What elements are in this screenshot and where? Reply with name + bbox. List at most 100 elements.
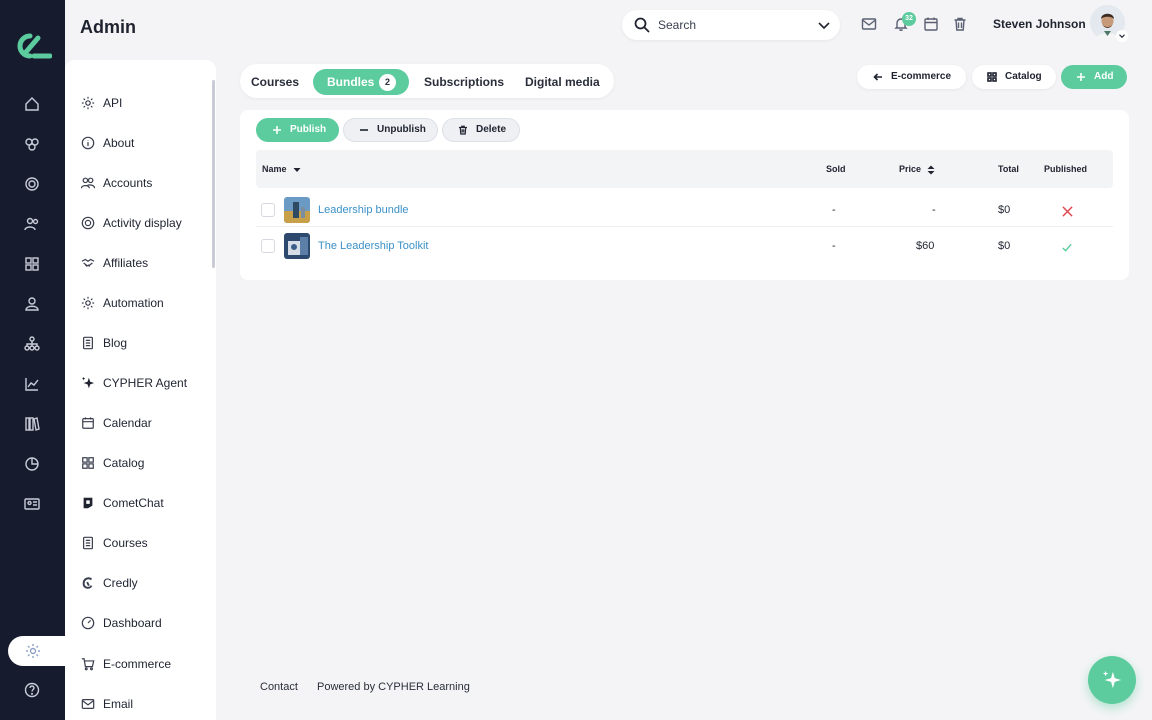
tab-subscriptions[interactable]: Subscriptions	[424, 69, 504, 95]
cometchat-icon	[80, 495, 96, 511]
home-icon[interactable]	[22, 94, 42, 114]
catalog-button[interactable]: Catalog	[972, 65, 1056, 89]
sidebar-item-catalog[interactable]: Catalog	[80, 453, 144, 473]
powered-by-text: Powered by CYPHER Learning	[317, 681, 470, 693]
tab-digital-media[interactable]: Digital media	[525, 69, 600, 95]
sidebar-item-label: Affiliates	[103, 256, 149, 270]
gear-icon	[80, 95, 96, 111]
table-header: Name Sold Price Total Published	[256, 150, 1113, 188]
people-icon[interactable]	[22, 214, 42, 234]
sort-down-icon	[293, 167, 301, 172]
sidebar-item-dashboard[interactable]: Dashboard	[80, 613, 162, 633]
org-chart-icon[interactable]	[22, 334, 42, 354]
sidebar-item-accounts[interactable]: Accounts	[80, 173, 152, 193]
sidebar-item-courses[interactable]: Courses	[80, 533, 148, 553]
catalog-button-label: Catalog	[1005, 71, 1042, 82]
column-name-header[interactable]: Name	[262, 164, 301, 174]
tab-courses[interactable]: Courses	[251, 69, 299, 95]
courses-icon[interactable]	[22, 134, 42, 154]
credly-icon	[80, 575, 96, 591]
help-icon[interactable]	[22, 680, 42, 700]
sidebar-item-cypher-agent[interactable]: CYPHER Agent	[80, 373, 187, 393]
sidebar-item-calendar[interactable]: Calendar	[80, 413, 152, 433]
minus-icon	[358, 124, 370, 136]
tab-bundles[interactable]: Bundles 2	[313, 69, 409, 95]
page-title: Admin	[80, 17, 136, 37]
chevron-down-icon[interactable]	[816, 17, 832, 33]
column-sold-header[interactable]: Sold	[826, 164, 846, 174]
user-icon[interactable]	[22, 294, 42, 314]
pie-chart-icon[interactable]	[22, 454, 42, 474]
tab-label: Bundles	[327, 75, 375, 89]
search-icon	[634, 17, 650, 33]
trash-icon[interactable]	[952, 16, 968, 32]
analytics-icon[interactable]	[22, 374, 42, 394]
sparkle-icon	[80, 375, 96, 391]
id-card-icon[interactable]	[22, 494, 42, 514]
unpublish-button[interactable]: Unpublish	[343, 118, 438, 142]
bundle-link[interactable]: Leadership bundle	[318, 204, 409, 216]
cypher-logo[interactable]	[12, 30, 52, 62]
content-tabs: Courses Bundles 2 Subscriptions Digital …	[240, 64, 614, 98]
table-row[interactable]: Leadership bundle - - $0	[256, 191, 1113, 227]
calendar-icon[interactable]	[923, 16, 939, 32]
sidebar-item-label: Automation	[103, 296, 164, 310]
people-icon	[80, 175, 96, 191]
delete-button[interactable]: Delete	[442, 118, 520, 142]
row-checkbox[interactable]	[261, 203, 275, 217]
search-input[interactable]: Search	[658, 18, 696, 32]
delete-button-label: Delete	[476, 124, 507, 135]
add-button-label: Add	[1094, 71, 1114, 82]
column-price-label: Price	[899, 164, 922, 174]
row-checkbox[interactable]	[261, 239, 275, 253]
column-price-header[interactable]: Price	[899, 164, 935, 175]
sidebar-item-label: Email	[103, 697, 134, 711]
target-icon[interactable]	[22, 174, 42, 194]
sidebar-item-label: Blog	[103, 336, 128, 350]
sidebar-item-affiliates[interactable]: Affiliates	[80, 253, 148, 273]
library-icon[interactable]	[22, 414, 42, 434]
add-button[interactable]: Add	[1061, 65, 1127, 89]
app-rail	[0, 0, 68, 720]
ai-assistant-button[interactable]	[1088, 656, 1136, 704]
sidebar-item-api[interactable]: API	[80, 93, 122, 113]
gear-icon	[26, 644, 40, 658]
sidebar-scrollbar[interactable]	[212, 80, 215, 268]
handshake-icon	[80, 255, 96, 271]
sidebar-item-email[interactable]: Email	[80, 694, 133, 714]
settings-rail-item[interactable]	[8, 636, 68, 666]
grid-icon[interactable]	[22, 254, 42, 274]
publish-button[interactable]: Publish	[256, 118, 339, 142]
sparkle-icon	[1102, 670, 1122, 689]
sidebar-item-automation[interactable]: Automation	[80, 293, 164, 313]
sold-cell: -	[832, 240, 836, 252]
sidebar-item-label: Calendar	[103, 416, 152, 430]
table-row[interactable]: The Leadership Toolkit - $60 $0	[256, 227, 1113, 263]
column-published-header[interactable]: Published	[1044, 164, 1087, 174]
sidebar-item-about[interactable]: About	[80, 133, 134, 153]
contact-link[interactable]: Contact	[260, 681, 298, 693]
plus-icon	[271, 124, 283, 136]
grid-icon	[80, 455, 96, 471]
ecommerce-back-button[interactable]: E-commerce	[857, 65, 966, 89]
price-cell: -	[932, 204, 936, 216]
account-menu-chevron-icon[interactable]	[1116, 30, 1128, 42]
user-name[interactable]: Steven Johnson	[993, 17, 1086, 31]
search-box[interactable]: Search	[622, 10, 840, 40]
ecommerce-button-label: E-commerce	[891, 71, 952, 82]
grid-icon	[986, 71, 998, 83]
tab-count-badge: 2	[379, 74, 396, 91]
info-icon	[80, 135, 96, 151]
sidebar-item-blog[interactable]: Blog	[80, 333, 127, 353]
sidebar-item-label: About	[103, 136, 135, 150]
sidebar-item-activity-display[interactable]: Activity display	[80, 213, 182, 233]
sidebar-item-credly[interactable]: Credly	[80, 573, 138, 593]
mail-icon[interactable]	[861, 16, 877, 32]
bundle-link[interactable]: The Leadership Toolkit	[318, 240, 428, 252]
sidebar-item-cometchat[interactable]: CometChat	[80, 493, 164, 513]
sidebar-item-e-commerce[interactable]: E-commerce	[80, 654, 171, 674]
sidebar-item-label: CYPHER Agent	[103, 376, 188, 390]
sidebar-item-label: API	[103, 96, 123, 110]
column-total-header[interactable]: Total	[998, 164, 1019, 174]
cart-icon	[80, 656, 96, 672]
